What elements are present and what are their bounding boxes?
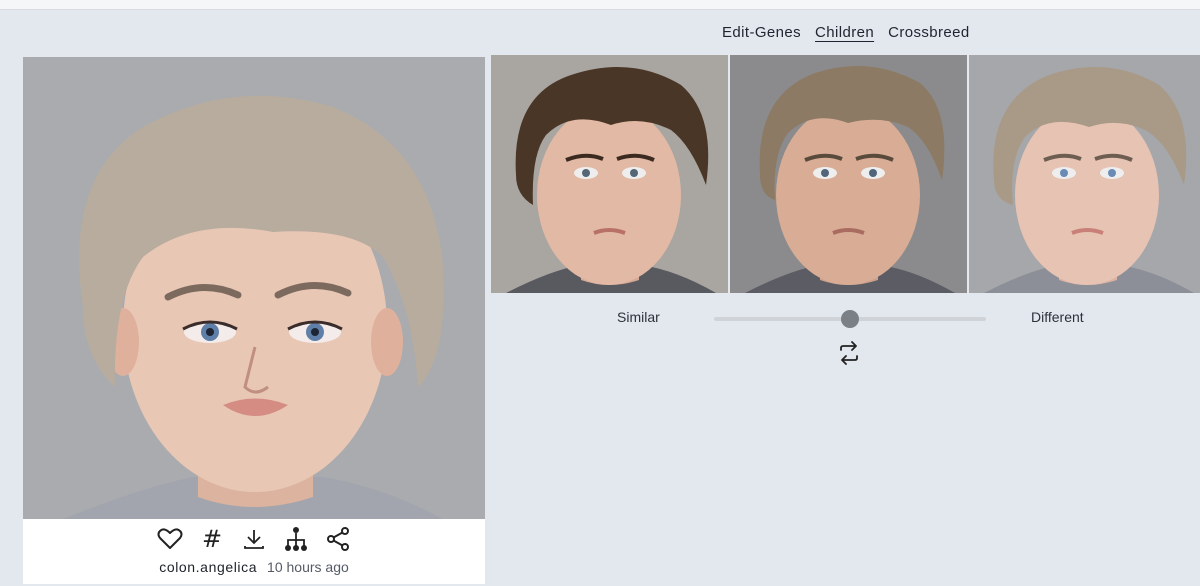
image-meta: colon.angelica 10 hours ago — [23, 559, 485, 575]
top-bar — [0, 0, 1200, 10]
heart-icon[interactable] — [156, 525, 184, 553]
share-icon[interactable] — [324, 525, 352, 553]
child-image-3[interactable] — [969, 55, 1200, 293]
family-tree-icon[interactable] — [282, 525, 310, 553]
tab-crossbreed[interactable]: Crossbreed — [888, 24, 970, 41]
repeat-icon[interactable] — [838, 341, 860, 365]
hashtag-icon[interactable]: # — [198, 525, 226, 553]
author-link[interactable]: colon.angelica — [159, 559, 257, 575]
slider-min-label: Similar — [617, 309, 660, 325]
child-image-1[interactable] — [491, 55, 728, 293]
timestamp: 10 hours ago — [267, 559, 349, 575]
image-actions: # — [23, 525, 485, 553]
similarity-slider-track[interactable] — [714, 310, 986, 328]
children-strip — [491, 55, 1200, 293]
child-image-2[interactable] — [730, 55, 967, 293]
download-icon[interactable] — [240, 525, 268, 553]
mode-tabs: Edit-Genes Children Crossbreed — [722, 24, 970, 41]
similarity-slider-thumb[interactable] — [841, 310, 859, 328]
similarity-slider-row: Similar Different — [491, 305, 1200, 335]
slider-max-label: Different — [1031, 309, 1084, 325]
main-portrait-image — [23, 57, 485, 519]
tab-children[interactable]: Children — [815, 24, 874, 41]
main-image-card: # colon.angelica 10 hours ago — [23, 57, 485, 584]
tab-edit-genes[interactable]: Edit-Genes — [722, 24, 801, 41]
